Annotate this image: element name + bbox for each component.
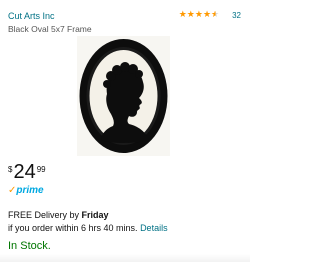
price-fraction: 99 <box>36 165 46 174</box>
price-whole: 24 <box>13 161 36 183</box>
star-icon: ★ <box>202 10 212 20</box>
delivery-info: FREE Delivery by Friday <box>8 210 109 220</box>
brand-link[interactable]: Cut Arts Inc <box>8 11 55 21</box>
price: $ 24 99 <box>8 162 46 182</box>
prime-badge: ✓prime <box>8 185 44 196</box>
details-link[interactable]: Details <box>140 223 168 233</box>
stock-status: In Stock. <box>8 240 51 252</box>
review-count-link[interactable]: 32 <box>232 11 241 20</box>
delivery-cutoff: if you order within 6 hrs 40 mins. Detai… <box>8 223 168 233</box>
partial-content-below <box>0 254 250 262</box>
price-currency: $ <box>8 165 13 174</box>
product-title: Black Oval 5x7 Frame <box>8 24 92 34</box>
silhouette-frame-image <box>77 36 170 156</box>
star-rating: ★ ★ ★ ★ ★ <box>179 11 219 20</box>
product-image[interactable] <box>77 36 170 156</box>
delivery-day: Friday <box>81 210 109 220</box>
prime-label: prime <box>16 185 44 196</box>
star-icon: ★ <box>178 10 187 20</box>
star-icon: ★ <box>186 10 195 20</box>
rating[interactable]: ★ ★ ★ ★ ★ 32 <box>179 11 241 21</box>
star-icon: ★ <box>194 10 203 20</box>
delivery-countdown: if you order within 6 hrs 40 mins. <box>8 223 141 233</box>
delivery-prefix: FREE Delivery by <box>8 210 82 220</box>
star-half-icon: ★ <box>211 10 220 20</box>
